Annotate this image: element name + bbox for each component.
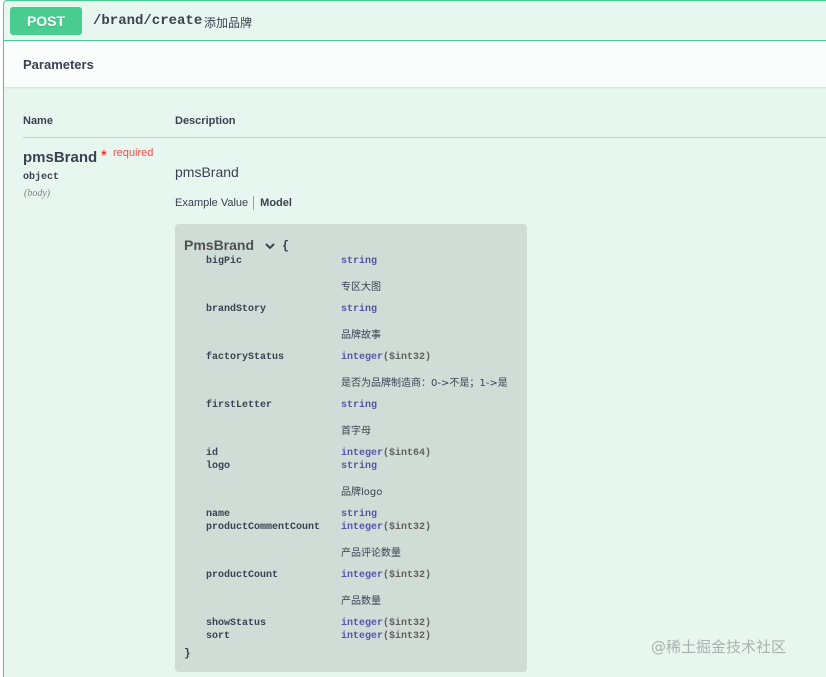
- property-type: string: [341, 509, 378, 520]
- property-name: id: [206, 448, 219, 459]
- property-description: 专区大图: [341, 282, 381, 293]
- property-type: string: [341, 256, 378, 267]
- required-star: *: [101, 147, 107, 164]
- property-type: integer($int32): [341, 522, 432, 533]
- model-close-brace: }: [184, 648, 191, 660]
- property-name: showStatus: [206, 618, 267, 629]
- property-type: integer($int32): [341, 618, 432, 629]
- opblock-summary[interactable]: POST /brand/create 添加品牌: [4, 1, 826, 41]
- property-name: bigPic: [206, 256, 243, 267]
- header-divider: [23, 137, 826, 138]
- property-name: name: [206, 509, 231, 520]
- tab-example-value[interactable]: Example Value: [175, 197, 248, 209]
- tab-divider: [253, 196, 255, 210]
- model-open-brace: {: [282, 239, 290, 253]
- opblock-post: POST /brand/create 添加品牌 Parameters Name …: [3, 0, 826, 677]
- model-tabs: Example Value Model: [175, 196, 292, 210]
- property-name: logo: [206, 461, 231, 472]
- method-badge: POST: [10, 7, 82, 35]
- property-name: productCommentCount: [206, 522, 321, 533]
- model-title[interactable]: PmsBrand: [184, 237, 254, 253]
- property-description: 首字母: [341, 426, 371, 437]
- model-box: PmsBrand { bigPic string 专区大图 brandStory…: [175, 224, 527, 672]
- parameter-description: pmsBrand: [175, 164, 239, 180]
- column-header-name: Name: [23, 115, 53, 127]
- property-type: integer($int64): [341, 448, 432, 459]
- parameters-title: Parameters: [23, 57, 94, 72]
- endpoint-summary: 添加品牌: [204, 16, 253, 30]
- parameters-header: Parameters: [4, 41, 826, 87]
- parameter-in: (body): [24, 188, 51, 199]
- property-type: integer($int32): [341, 352, 432, 363]
- parameter-type: object: [23, 172, 60, 183]
- property-type: string: [341, 400, 378, 411]
- property-description: 品牌logo: [341, 487, 383, 498]
- property-description: 是否为品牌制造商：0->不是；1->是: [341, 378, 508, 389]
- chevron-down-icon[interactable]: [264, 240, 276, 252]
- property-description: 产品评论数量: [341, 548, 401, 559]
- property-description: 品牌故事: [341, 330, 381, 341]
- property-description: 产品数量: [341, 596, 381, 607]
- property-type: integer($int32): [341, 570, 432, 581]
- property-name: factoryStatus: [206, 352, 285, 363]
- property-type: string: [341, 461, 378, 472]
- property-type: string: [341, 304, 378, 315]
- property-name: productCount: [206, 570, 279, 581]
- column-header-description: Description: [175, 115, 236, 127]
- property-name: sort: [206, 631, 231, 642]
- parameter-name: pmsBrand: [23, 149, 98, 166]
- endpoint-path: /brand/create: [93, 13, 203, 29]
- watermark: @稀土掘金技术社区: [651, 638, 787, 656]
- tab-model[interactable]: Model: [260, 197, 292, 209]
- property-type: integer($int32): [341, 631, 432, 642]
- property-name: brandStory: [206, 304, 267, 315]
- required-label: required: [113, 147, 154, 159]
- property-name: firstLetter: [206, 400, 273, 411]
